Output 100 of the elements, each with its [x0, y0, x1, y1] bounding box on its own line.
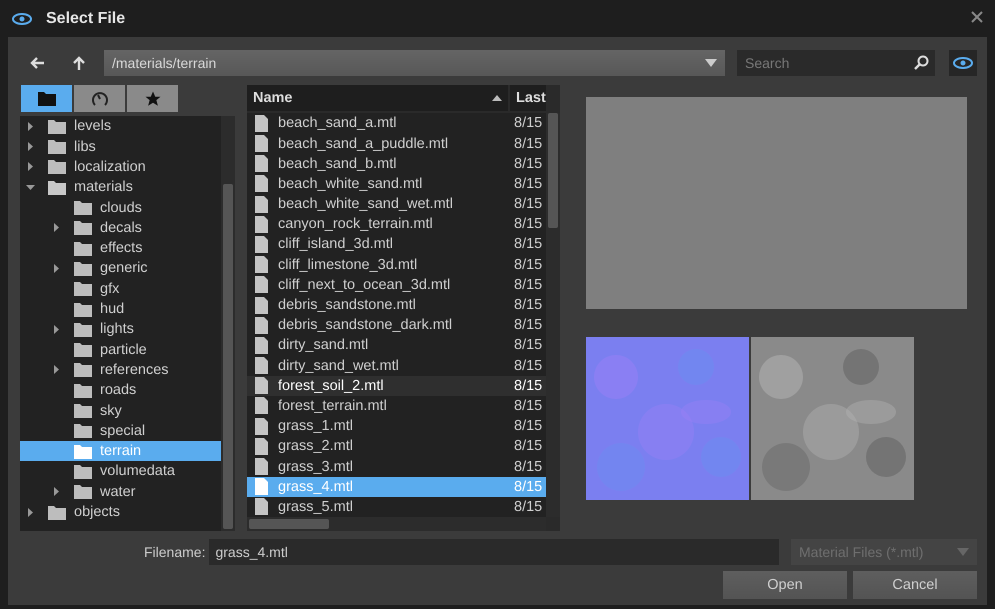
file-icon [255, 498, 268, 516]
column-header[interactable]: Last [510, 85, 546, 112]
eye-icon [953, 57, 973, 70]
scrollbar-thumb[interactable] [249, 519, 329, 529]
folder-icon [74, 260, 92, 276]
file-row[interactable]: debris_sandstone_dark.mtl 8/15 [247, 315, 546, 336]
folder-icon [38, 91, 56, 106]
column-header[interactable]: Name [247, 85, 508, 112]
file-icon [255, 377, 268, 394]
file-icon [255, 114, 268, 132]
file-icon [255, 155, 268, 172]
sidebar-tab[interactable] [21, 85, 72, 112]
search-icon [913, 55, 929, 72]
collapsed-arrow-icon[interactable] [52, 487, 61, 496]
file-icon [255, 316, 268, 334]
file-row[interactable]: cliff_next_to_ocean_3d.mtl 8/15 [247, 274, 546, 295]
dropdown-caret-icon[interactable] [705, 59, 717, 68]
open-button[interactable]: Open [723, 571, 847, 599]
tree-item[interactable]: lights [20, 319, 221, 340]
tree-item[interactable]: sky [20, 400, 221, 421]
file-row[interactable]: forest_terrain.mtl 8/15 [247, 396, 546, 416]
tree-item[interactable]: volumedata [20, 461, 221, 482]
file-row[interactable]: beach_sand_a.mtl 8/15 [247, 113, 546, 134]
file-row[interactable]: forest_soil_2.mtl 8/15 [247, 376, 546, 396]
tree-item[interactable]: gfx [20, 278, 221, 299]
tree-item[interactable]: particle [20, 340, 221, 360]
file-row[interactable]: cliff_island_3d.mtl 8/15 [247, 234, 546, 255]
collapsed-arrow-icon[interactable] [52, 223, 61, 232]
cancel-button[interactable]: Cancel [853, 571, 977, 599]
file-row[interactable]: beach_white_sand.mtl 8/15 [247, 174, 546, 194]
file-icon [255, 196, 268, 213]
file-row[interactable]: dirty_sand.mtl 8/15 [247, 335, 546, 356]
tree-item[interactable]: generic [20, 258, 221, 279]
file-icon [255, 336, 268, 354]
file-row[interactable]: debris_sandstone.mtl 8/15 [247, 294, 546, 316]
filename-label: Filename: [144, 544, 206, 560]
folder-icon [74, 322, 92, 337]
preview-toggle[interactable] [949, 50, 977, 76]
folder-icon [74, 302, 92, 317]
tree-item[interactable]: special [20, 420, 221, 441]
file-row[interactable]: canyon_rock_terrain.mtl 8/15 [247, 214, 546, 234]
path-field[interactable]: /materials/terrain [104, 50, 725, 76]
collapsed-arrow-icon[interactable] [52, 365, 61, 374]
file-row[interactable]: beach_sand_a_puddle.mtl 8/15 [247, 133, 546, 154]
tree-item[interactable]: localization [20, 156, 221, 178]
file-row[interactable]: beach_sand_b.mtl 8/15 [247, 154, 546, 174]
folder-icon [74, 200, 92, 216]
left-arrow-icon [30, 57, 44, 70]
file-icon [255, 276, 268, 294]
file-icon [255, 458, 268, 476]
tree-item[interactable]: references [20, 360, 221, 380]
scrollbar-thumb[interactable] [548, 113, 558, 228]
folder-icon [74, 220, 92, 236]
file-row[interactable]: grass_3.mtl 8/15 [247, 456, 546, 477]
collapsed-arrow-icon[interactable] [26, 122, 35, 131]
file-row[interactable]: grass_5.mtl 8/15 [247, 496, 546, 517]
file-row[interactable]: beach_white_sand_wet.mtl 8/15 [247, 194, 546, 214]
close-icon[interactable] [971, 10, 983, 23]
file-row[interactable]: grass_2.mtl 8/15 [247, 436, 546, 456]
tree-item[interactable]: objects [20, 502, 221, 522]
file-icon [255, 236, 268, 253]
folder-icon [48, 504, 66, 520]
filename-field[interactable]: grass_4.mtl [209, 539, 779, 565]
folder-icon [48, 139, 66, 154]
eye-icon [12, 12, 32, 25]
file-row[interactable]: cliff_limestone_3d.mtl 8/15 [247, 254, 546, 275]
folder-icon [74, 240, 92, 256]
expanded-arrow-icon[interactable] [26, 182, 35, 192]
window-title: Select File [46, 10, 126, 28]
search-box[interactable]: Search [737, 50, 935, 76]
folder-icon [48, 180, 66, 195]
file-icon [255, 216, 268, 233]
tree-item[interactable]: levels [20, 116, 221, 137]
search-field[interactable]: Search [743, 54, 913, 72]
tree-item[interactable]: materials [20, 177, 221, 198]
tree-item[interactable]: hud [20, 298, 221, 320]
file-row[interactable]: dirty_sand_wet.mtl 8/15 [247, 356, 546, 376]
file-row[interactable]: grass_1.mtl 8/15 [247, 416, 546, 436]
folder-icon [74, 342, 92, 358]
tree-item[interactable]: roads [20, 380, 221, 400]
tree-item[interactable]: libs [20, 136, 221, 157]
tree-item[interactable]: water [20, 482, 221, 502]
collapsed-arrow-icon[interactable] [52, 264, 61, 273]
tree-item[interactable]: effects [20, 238, 221, 258]
tree-item[interactable]: clouds [20, 197, 221, 218]
collapsed-arrow-icon[interactable] [26, 142, 35, 152]
file-icon [255, 438, 268, 455]
file-icon [255, 478, 268, 496]
file-icon [255, 256, 268, 274]
sidebar-tab[interactable] [127, 85, 178, 112]
folder-icon [74, 444, 92, 459]
collapsed-arrow-icon[interactable] [52, 324, 61, 334]
folder-icon [74, 382, 92, 398]
collapsed-arrow-icon[interactable] [26, 508, 35, 517]
path-text: /materials/terrain [112, 55, 218, 72]
file-icon [255, 418, 268, 435]
sidebar-tab[interactable] [74, 85, 125, 112]
collapsed-arrow-icon[interactable] [26, 162, 35, 172]
scrollbar-thumb[interactable] [223, 184, 233, 530]
tree-item[interactable]: decals [20, 218, 221, 238]
